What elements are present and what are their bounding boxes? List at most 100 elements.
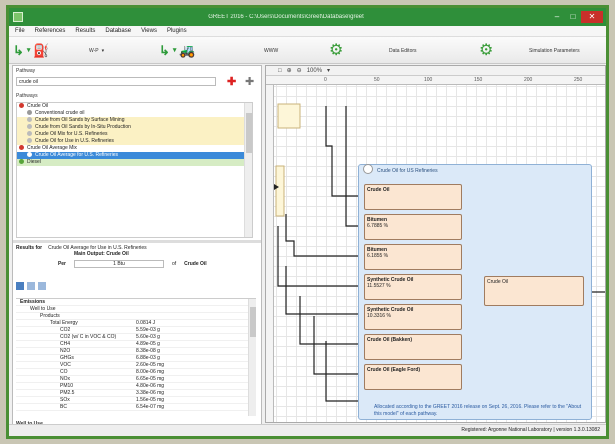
menu-file[interactable]: File xyxy=(15,28,25,34)
tree-item[interactable]: Diesel xyxy=(17,159,252,166)
of-value: Crude Oil xyxy=(184,261,207,267)
gear-add-button[interactable]: ⚙ xyxy=(329,37,343,64)
tree-item[interactable]: Crude Oil Average Mix xyxy=(17,145,252,152)
process-node[interactable]: Crude Oil (Bakken) xyxy=(364,334,462,360)
results-row[interactable]: Total Energy 0.0814 J xyxy=(16,320,256,327)
process-node[interactable]: Bitumen 6.7885 % xyxy=(364,214,462,240)
tree-scrollbar[interactable] xyxy=(244,103,252,237)
pathway-dot-icon xyxy=(19,159,24,165)
pathway-tool-button[interactable]: ↳ ▾ ⛽ xyxy=(13,37,50,64)
menu-bar: File References Results Database Views P… xyxy=(9,26,606,37)
app-window: GREET 2016 - C:\Users\Documents\Greet\Da… xyxy=(6,5,609,439)
tree-item[interactable]: Conventional crude oil xyxy=(17,110,252,117)
process-node-title: Crude Oil (Bakken) xyxy=(367,337,413,343)
vehicle-tool-button[interactable]: ↳ ▾ 🚜 xyxy=(159,37,196,64)
process-node[interactable]: Crude Oil xyxy=(364,184,462,210)
results-key: Well to Use xyxy=(30,306,56,312)
search-input[interactable]: crude oil xyxy=(16,77,216,86)
www-button[interactable]: WWW xyxy=(264,37,278,64)
close-button[interactable]: ✕ xyxy=(581,11,603,23)
process-node-share: 6.1855 % xyxy=(367,253,389,259)
pathway-dot-icon xyxy=(27,117,32,123)
menu-plugins[interactable]: Plugins xyxy=(167,28,187,34)
gear-icon: ⚙ xyxy=(479,41,494,59)
results-row[interactable]: Products xyxy=(16,313,256,320)
pathway-icon: ↳ xyxy=(159,43,170,58)
results-row[interactable]: SOx 1.56e-05 mg xyxy=(16,397,256,404)
results-row[interactable]: VOC 2.60e-05 mg xyxy=(16,362,256,369)
results-key: CO2 (w/ C in VOC & CO) xyxy=(60,334,117,340)
output-node[interactable]: Crude Oil xyxy=(484,276,584,306)
delete-icon[interactable]: ✚ xyxy=(227,76,239,88)
tree-item[interactable]: Crude from Oil Sands by Surface Mining xyxy=(17,117,252,124)
left-panel: Pathway crude oil ✚ ✚ Pathways Crude Oil… xyxy=(12,65,262,431)
results-value: 6.88e-03 g xyxy=(136,355,160,361)
menu-database[interactable]: Database xyxy=(105,28,131,34)
minimize-button[interactable]: – xyxy=(549,11,565,23)
process-node[interactable]: Synthetic Crude Oil 10.3316 % xyxy=(364,304,462,330)
tree-item-label: Crude Oil Mix for U.S. Refineries xyxy=(35,131,108,137)
results-row[interactable]: CO 8.00e-06 mg xyxy=(16,369,256,376)
results-row[interactable]: CO2 (w/ C in VOC & CO) 5.60e-03 g xyxy=(16,334,256,341)
gear-icon: ⚙ xyxy=(329,41,344,59)
results-value: 2.60e-05 mg xyxy=(136,362,165,368)
tree-item[interactable]: Crude Oil Average for U.S. Refineries xyxy=(17,152,252,159)
results-row[interactable]: N2O 8.38e-08 g xyxy=(16,348,256,355)
results-value: 4.89e-05 g xyxy=(136,341,160,347)
tree-item-label: Crude Oil Average Mix xyxy=(27,145,77,151)
menu-views[interactable]: Views xyxy=(141,28,157,34)
results-row[interactable]: CO2 5.59e-03 g xyxy=(16,327,256,334)
tree-item-label: Crude from Oil Sands by Surface Mining xyxy=(35,117,125,123)
results-key: Products xyxy=(40,313,60,319)
add-icon[interactable]: ✚ xyxy=(245,76,254,88)
results-row[interactable]: NOx 6.65e-05 mg xyxy=(16,376,256,383)
table-view-icon[interactable] xyxy=(38,282,46,290)
process-node[interactable]: Synthetic Crude Oil 11.5527 % xyxy=(364,274,462,300)
results-key: Emissions xyxy=(20,299,46,305)
tree-item-label: Crude Oil for Use in U.S. Refineries xyxy=(35,138,114,144)
tree-header: Pathways xyxy=(16,93,38,99)
tree-item[interactable]: Crude Oil xyxy=(17,103,252,110)
process-node[interactable]: Bitumen 6.1855 % xyxy=(364,244,462,270)
pathway-tree: Crude Oil Conventional crude oil Crude fro… xyxy=(16,102,253,238)
results-row[interactable]: GHGs 6.88e-03 g xyxy=(16,355,256,362)
grid-scrollbar[interactable] xyxy=(248,299,256,416)
wp-dropdown[interactable]: W-P ▾ xyxy=(89,37,104,64)
tree-item[interactable]: Crude from Oil Sands by In-Situ Producti… xyxy=(17,124,252,131)
panel-splitter[interactable] xyxy=(13,240,261,243)
pathway-canvas[interactable]: □ ⊕ ⊖ 100% ▾ 050100150200250300 xyxy=(265,65,606,423)
results-row[interactable]: PM10 4.80e-06 mg xyxy=(16,383,256,390)
results-for-label: Results for xyxy=(16,245,43,251)
grid-view-icon[interactable] xyxy=(16,282,24,290)
results-row[interactable]: Emissions xyxy=(16,299,256,306)
menu-results[interactable]: Results xyxy=(75,28,95,34)
menu-references[interactable]: References xyxy=(35,28,66,34)
process-node-share: 6.7885 % xyxy=(367,223,389,229)
www-label: WWW xyxy=(264,47,279,54)
results-row[interactable]: BC 6.54e-07 mg xyxy=(16,404,256,411)
maximize-button[interactable]: □ xyxy=(565,11,581,23)
settings-button[interactable]: ⚙ xyxy=(479,37,493,64)
process-node-title: Crude Oil xyxy=(367,187,390,193)
per-input[interactable]: 1 Btu xyxy=(74,260,164,268)
chevron-down-icon: ▾ xyxy=(101,47,105,54)
status-text: Registered: Argonne National Laboratory … xyxy=(461,427,600,433)
simulation-parameters-button[interactable]: Simulation Parameters xyxy=(529,37,580,64)
results-key: PM10 xyxy=(60,383,74,389)
tree-item[interactable]: Crude Oil Mix for U.S. Refineries xyxy=(17,131,252,138)
results-row[interactable]: CH4 4.89e-05 g xyxy=(16,341,256,348)
dropdown-arrow-icon: ▾ xyxy=(26,47,31,54)
simulation-parameters-label: Simulation Parameters xyxy=(529,47,580,54)
data-editors-button[interactable]: Data Editors xyxy=(389,37,417,64)
chart-view-icon[interactable] xyxy=(27,282,35,290)
tree-item[interactable]: Crude Oil for Use in U.S. Refineries xyxy=(17,138,252,145)
results-row[interactable]: PM2.5 3.38e-06 mg xyxy=(16,390,256,397)
results-key: PM2.5 xyxy=(60,390,75,396)
results-value: 4.80e-06 mg xyxy=(136,383,165,389)
tree-item-label: Diesel xyxy=(27,159,41,165)
process-node-share: 11.5527 % xyxy=(367,283,391,289)
results-key: CH4 xyxy=(60,341,71,347)
results-key: Total Energy xyxy=(50,320,78,326)
results-row[interactable]: Well to Use xyxy=(16,306,256,313)
process-node[interactable]: Crude Oil (Eagle Ford) xyxy=(364,364,462,390)
